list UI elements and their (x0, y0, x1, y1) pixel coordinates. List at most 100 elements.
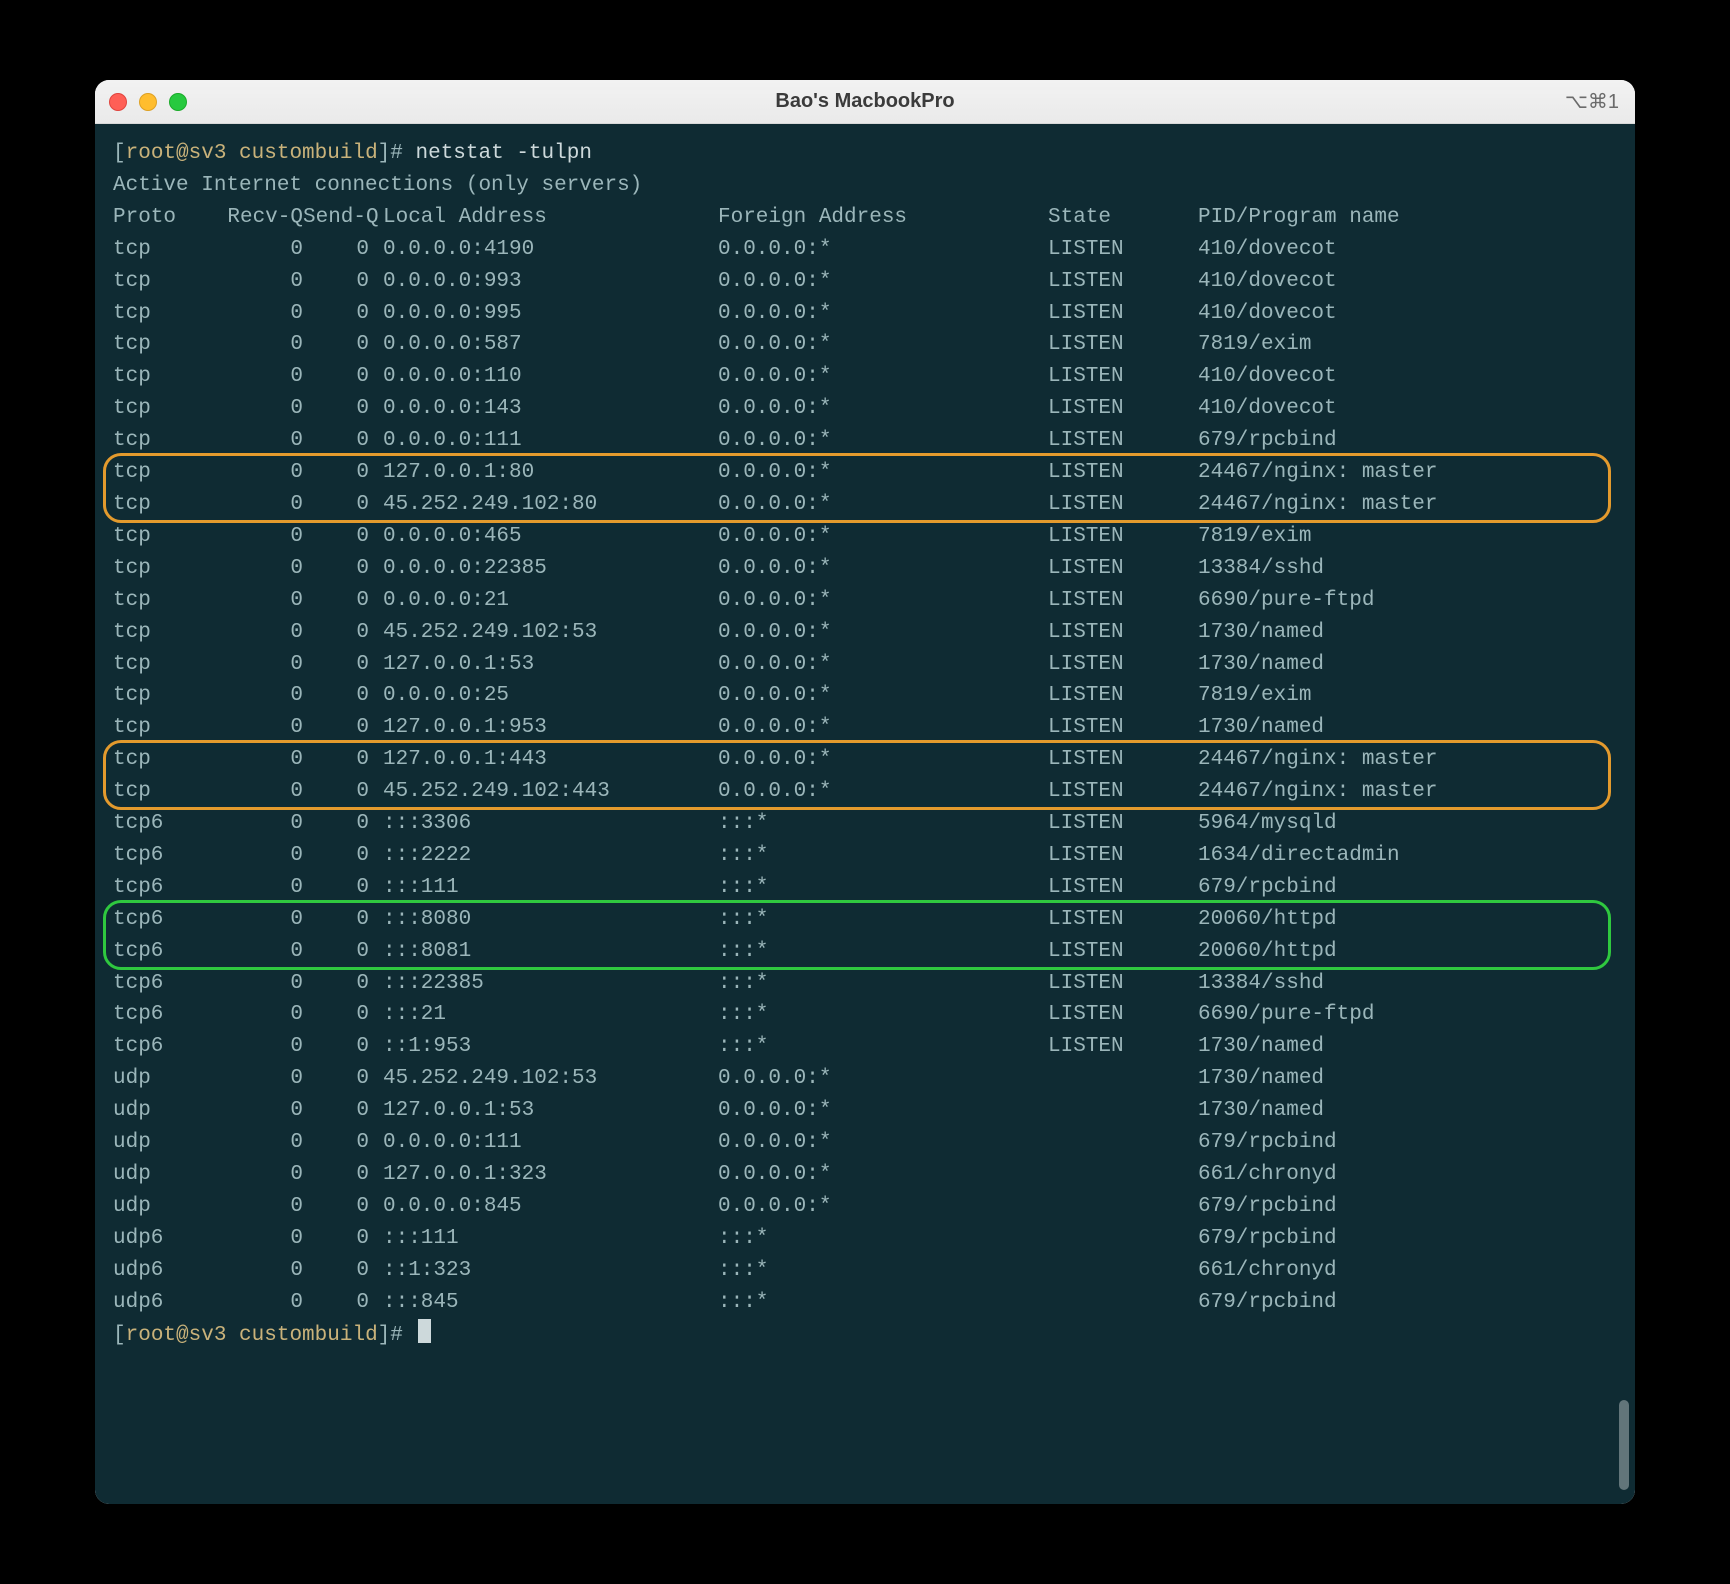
cell-recvq: 0 (203, 1127, 303, 1159)
cell-foreign: 0.0.0.0:* (718, 744, 1048, 776)
cell-state: LISTEN (1048, 936, 1198, 968)
cell-foreign: :::* (718, 808, 1048, 840)
cell-sendq: 0 (303, 617, 383, 649)
cell-prog: 410/dovecot (1198, 298, 1337, 330)
cell-local: 127.0.0.1:80 (383, 457, 718, 489)
cell-sendq: 0 (303, 553, 383, 585)
cell-prog: 7819/exim (1198, 329, 1311, 361)
cell-local: :::8081 (383, 936, 718, 968)
cell-proto: tcp (113, 425, 203, 457)
cell-recvq: 0 (203, 521, 303, 553)
window-controls (109, 93, 187, 111)
cell-proto: tcp (113, 393, 203, 425)
terminal-body[interactable]: [root@sv3 custombuild]# netstat -tulpn A… (95, 124, 1635, 1504)
cell-recvq: 0 (203, 936, 303, 968)
cell-local: 45.252.249.102:443 (383, 776, 718, 808)
cell-proto: udp (113, 1159, 203, 1191)
cell-local: 127.0.0.1:953 (383, 712, 718, 744)
cell-prog: 1730/named (1198, 1063, 1324, 1095)
cell-prog: 410/dovecot (1198, 234, 1337, 266)
cell-prog: 1730/named (1198, 617, 1324, 649)
table-row: tcp000.0.0.0:1100.0.0.0:*LISTEN410/dovec… (113, 361, 1635, 393)
cell-proto: tcp (113, 776, 203, 808)
cell-proto: tcp (113, 521, 203, 553)
cell-recvq: 0 (203, 329, 303, 361)
cell-recvq: 0 (203, 553, 303, 585)
minimize-icon[interactable] (139, 93, 157, 111)
table-row: tcp600::1:953:::*LISTEN1730/named (113, 1031, 1635, 1063)
cell-proto: tcp (113, 649, 203, 681)
cell-sendq: 0 (303, 680, 383, 712)
cell-prog: 24467/nginx: master (1198, 457, 1437, 489)
cell-prog: 20060/httpd (1198, 936, 1337, 968)
cell-local: 127.0.0.1:443 (383, 744, 718, 776)
cell-prog: 6690/pure-ftpd (1198, 585, 1374, 617)
cell-local: ::1:323 (383, 1255, 718, 1287)
scrollbar[interactable] (1619, 1400, 1629, 1490)
cell-prog: 679/rpcbind (1198, 425, 1337, 457)
cell-proto: tcp6 (113, 1031, 203, 1063)
table-row: tcp000.0.0.0:1430.0.0.0:*LISTEN410/dovec… (113, 393, 1635, 425)
cell-recvq: 0 (203, 1191, 303, 1223)
cell-foreign: :::* (718, 904, 1048, 936)
table-row: udp00127.0.0.1:530.0.0.0:*1730/named (113, 1095, 1635, 1127)
cell-foreign: 0.0.0.0:* (718, 489, 1048, 521)
header-line: Active Internet connections (only server… (113, 170, 1635, 202)
cell-state: LISTEN (1048, 744, 1198, 776)
cell-proto: udp6 (113, 1287, 203, 1319)
cell-foreign: 0.0.0.0:* (718, 1191, 1048, 1223)
cell-recvq: 0 (203, 425, 303, 457)
cell-prog: 20060/httpd (1198, 904, 1337, 936)
cell-sendq: 0 (303, 298, 383, 330)
cell-prog: 24467/nginx: master (1198, 776, 1437, 808)
cell-sendq: 0 (303, 521, 383, 553)
cell-prog: 1634/directadmin (1198, 840, 1400, 872)
cell-sendq: 0 (303, 1287, 383, 1319)
fullscreen-icon[interactable] (169, 93, 187, 111)
cell-recvq: 0 (203, 1255, 303, 1287)
cell-recvq: 0 (203, 1159, 303, 1191)
column-headers: ProtoRecv-QSend-QLocal AddressForeign Ad… (113, 202, 1635, 234)
cell-proto: tcp6 (113, 968, 203, 1000)
cell-foreign: :::* (718, 872, 1048, 904)
cell-foreign: 0.0.0.0:* (718, 266, 1048, 298)
cell-foreign: 0.0.0.0:* (718, 393, 1048, 425)
table-row: tcp0045.252.249.102:530.0.0.0:*LISTEN173… (113, 617, 1635, 649)
cell-local: :::845 (383, 1287, 718, 1319)
table-row: tcp600:::22385:::*LISTEN13384/sshd (113, 968, 1635, 1000)
table-row: tcp00127.0.0.1:800.0.0.0:*LISTEN24467/ng… (113, 457, 1635, 489)
cursor-icon (418, 1319, 431, 1343)
cell-state: LISTEN (1048, 361, 1198, 393)
cell-foreign: 0.0.0.0:* (718, 649, 1048, 681)
cell-local: 0.0.0.0:465 (383, 521, 718, 553)
cell-foreign: 0.0.0.0:* (718, 585, 1048, 617)
table-row: tcp0045.252.249.102:4430.0.0.0:*LISTEN24… (113, 776, 1635, 808)
cell-state: LISTEN (1048, 553, 1198, 585)
cell-foreign: 0.0.0.0:* (718, 298, 1048, 330)
cell-sendq: 0 (303, 585, 383, 617)
cell-local: 0.0.0.0:25 (383, 680, 718, 712)
cell-state: LISTEN (1048, 425, 1198, 457)
cell-prog: 1730/named (1198, 1031, 1324, 1063)
cell-recvq: 0 (203, 393, 303, 425)
cell-recvq: 0 (203, 808, 303, 840)
cell-sendq: 0 (303, 936, 383, 968)
table-row: tcp00127.0.0.1:4430.0.0.0:*LISTEN24467/n… (113, 744, 1635, 776)
cell-sendq: 0 (303, 968, 383, 1000)
cell-foreign: 0.0.0.0:* (718, 457, 1048, 489)
cell-proto: tcp (113, 553, 203, 585)
table-row: tcp600:::3306:::*LISTEN5964/mysqld (113, 808, 1635, 840)
cell-sendq: 0 (303, 808, 383, 840)
cell-prog: 1730/named (1198, 649, 1324, 681)
cell-state: LISTEN (1048, 680, 1198, 712)
cell-local: 0.0.0.0:995 (383, 298, 718, 330)
close-icon[interactable] (109, 93, 127, 111)
cell-recvq: 0 (203, 617, 303, 649)
cell-prog: 13384/sshd (1198, 553, 1324, 585)
cell-state: LISTEN (1048, 585, 1198, 617)
titlebar: Bao's MacbookPro ⌥⌘1 (95, 80, 1635, 124)
cell-prog: 5964/mysqld (1198, 808, 1337, 840)
cell-local: ::1:953 (383, 1031, 718, 1063)
cell-proto: tcp (113, 617, 203, 649)
cell-state: LISTEN (1048, 968, 1198, 1000)
